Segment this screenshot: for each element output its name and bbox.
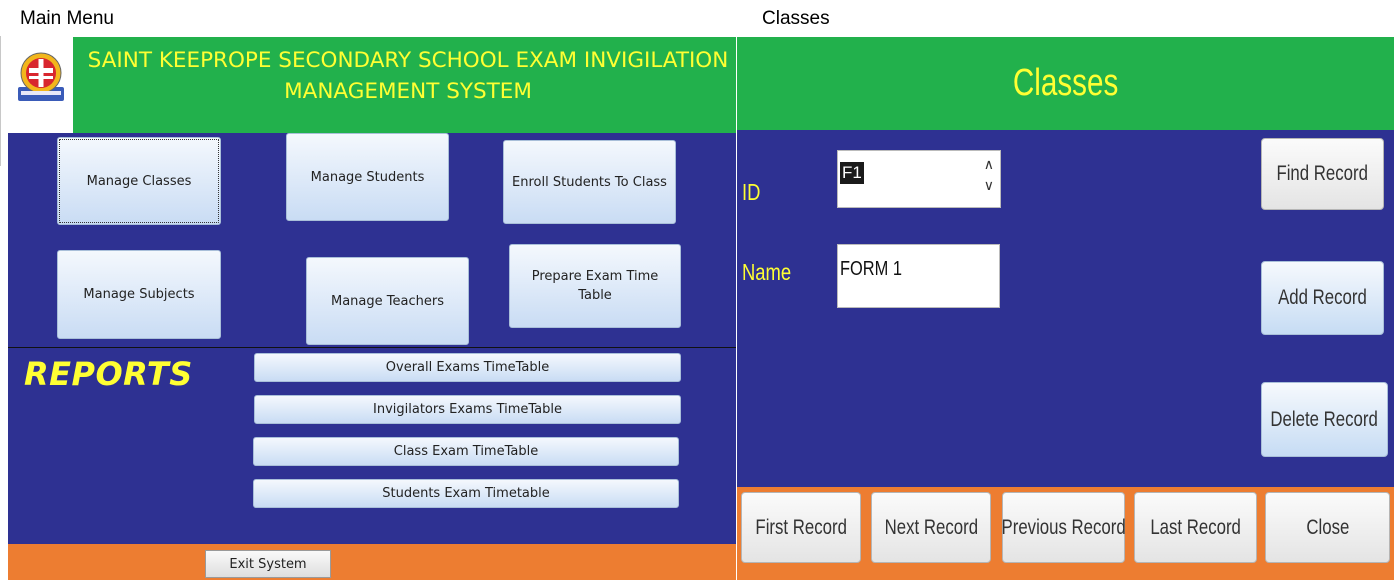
id-field[interactable]: F1 ∧ ∨ (837, 150, 1001, 208)
exit-system-button[interactable]: Exit System (205, 550, 331, 578)
form-title: Classes (1012, 62, 1119, 104)
manage-subjects-button[interactable]: Manage Subjects (57, 250, 221, 339)
school-title: SAINT KEEPROPE SECONDARY SCHOOL EXAM INV… (87, 48, 729, 104)
class-exam-timetable-button[interactable]: Class Exam TimeTable (253, 437, 679, 466)
previous-record-label: Previous Record (1001, 515, 1126, 539)
first-record-label: First Record (755, 515, 847, 539)
invigilators-exams-timetable-button[interactable]: Invigilators Exams TimeTable (254, 395, 681, 424)
close-label: Close (1306, 515, 1349, 539)
last-record-label: Last Record (1150, 515, 1241, 539)
main-menu-form: SAINT KEEPROPE SECONDARY SCHOOL EXAM INV… (8, 37, 736, 580)
main-menu-caption: Main Menu (20, 8, 114, 29)
main-menu-footer: Exit System (8, 544, 736, 580)
add-record-label: Add Record (1278, 286, 1367, 309)
delete-record-button[interactable]: Delete Record (1261, 382, 1388, 457)
classes-caption: Classes (762, 8, 830, 29)
classes-header: Classes (737, 37, 1394, 130)
reports-heading: REPORTS (24, 355, 193, 393)
logo (8, 37, 73, 133)
id-label: ID (742, 179, 761, 205)
school-crest-icon (18, 52, 64, 101)
manage-classes-button[interactable]: Manage Classes (57, 137, 221, 225)
first-record-button[interactable]: First Record (741, 492, 861, 563)
manage-teachers-button[interactable]: Manage Teachers (306, 257, 469, 345)
previous-record-button[interactable]: Previous Record (1001, 492, 1126, 563)
delete-record-label: Delete Record (1270, 407, 1379, 431)
spin-down-icon[interactable]: ∨ (984, 179, 994, 193)
name-label: Name (742, 259, 792, 285)
classes-footer: First Record Next Record Previous Record… (737, 487, 1394, 580)
find-record-button[interactable]: Find Record (1261, 138, 1384, 210)
main-menu-header: SAINT KEEPROPE SECONDARY SCHOOL EXAM INV… (8, 37, 736, 133)
name-value: FORM 1 (840, 258, 902, 280)
add-record-button[interactable]: Add Record (1261, 261, 1384, 335)
manage-students-button[interactable]: Manage Students (286, 133, 449, 221)
section-divider (8, 347, 736, 348)
window-edge (0, 36, 1, 166)
overall-exams-timetable-button[interactable]: Overall Exams TimeTable (254, 353, 681, 382)
id-value: F1 (840, 162, 864, 184)
enroll-students-button[interactable]: Enroll Students To Class (503, 140, 676, 224)
prepare-exam-timetable-button[interactable]: Prepare Exam Time Table (509, 244, 681, 328)
last-record-button[interactable]: Last Record (1134, 492, 1257, 563)
spin-up-icon[interactable]: ∧ (984, 158, 994, 172)
name-field[interactable]: FORM 1 (837, 244, 1000, 308)
find-record-label: Find Record (1276, 162, 1369, 185)
next-record-button[interactable]: Next Record (871, 492, 991, 563)
classes-form: Classes ID F1 ∧ ∨ Name FORM 1 Find Recor… (737, 37, 1394, 580)
students-exam-timetable-button[interactable]: Students Exam Timetable (253, 479, 679, 508)
next-record-label: Next Record (884, 515, 978, 539)
close-button[interactable]: Close (1265, 492, 1390, 563)
